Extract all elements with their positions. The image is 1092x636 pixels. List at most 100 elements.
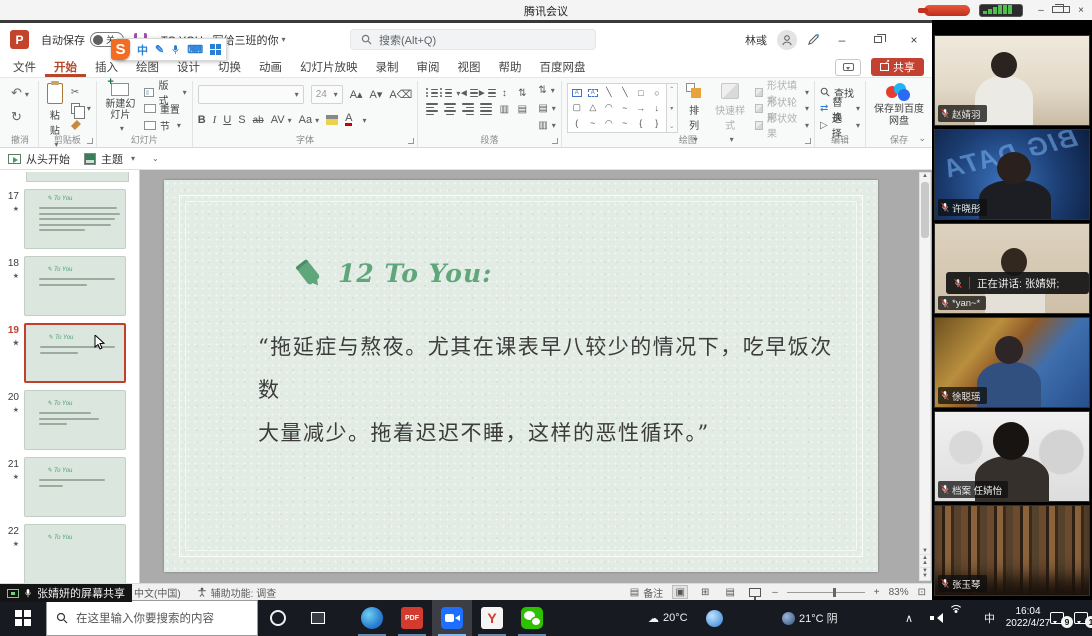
participant-tile[interactable]: *yan~* bbox=[934, 223, 1090, 314]
align-center-button[interactable] bbox=[444, 103, 456, 115]
share-button[interactable]: 共享 bbox=[871, 58, 924, 76]
show-hidden-icons-button[interactable]: ∧ bbox=[905, 612, 913, 625]
tab-baidu-netdisk[interactable]: 百度网盘 bbox=[531, 56, 595, 77]
participant-tile[interactable]: 张玉琴 bbox=[934, 505, 1090, 596]
participant-tile[interactable]: 赵婧羽 bbox=[934, 35, 1090, 126]
slide-sorter-view-button[interactable]: ⊞ bbox=[697, 585, 713, 599]
language-indicator[interactable]: 中文(中国) bbox=[134, 585, 181, 600]
next-slide-button[interactable]: ▼▼ bbox=[919, 567, 931, 580]
title-dropdown-caret[interactable]: ▾ bbox=[282, 35, 286, 44]
ppt-restore-button[interactable] bbox=[860, 23, 896, 56]
ime-mic-icon[interactable] bbox=[171, 44, 180, 56]
taskbar-clock[interactable]: 16:04 2022/4/27 bbox=[1000, 606, 1056, 630]
bold-button[interactable]: B bbox=[198, 114, 206, 126]
thumbnail-slide-20[interactable]: 20★ ✎To You bbox=[2, 390, 133, 450]
start-button[interactable] bbox=[0, 600, 46, 636]
line-spacing-button[interactable]: ↕ bbox=[502, 88, 507, 99]
select-button[interactable]: ▷选择▾ bbox=[820, 117, 860, 133]
tab-animations[interactable]: 动画 bbox=[250, 56, 291, 77]
thumbnail-canvas[interactable]: ✎To You bbox=[24, 457, 126, 517]
font-size-combobox[interactable]: 24▾ bbox=[311, 85, 343, 104]
zoom-level[interactable]: 83% bbox=[889, 587, 909, 598]
task-view-button[interactable] bbox=[298, 600, 338, 636]
ppt-close-button[interactable]: × bbox=[896, 23, 932, 56]
taskbar-tencent-meeting[interactable] bbox=[432, 600, 472, 636]
thumbnail-slide-18[interactable]: 18★ ✎To You bbox=[2, 256, 133, 316]
reading-view-button[interactable]: ▤ bbox=[722, 585, 738, 599]
participant-tile[interactable]: 徐聪瑶 bbox=[934, 317, 1090, 408]
taskbar-y-app[interactable]: Y bbox=[472, 600, 512, 636]
tab-help[interactable]: 帮助 bbox=[490, 56, 531, 77]
save-to-netdisk-button[interactable]: 保存到百度网盘 bbox=[871, 83, 927, 128]
zoom-slider[interactable] bbox=[787, 592, 865, 593]
meeting-close-button[interactable]: × bbox=[1072, 5, 1090, 16]
thumbnail-slide-19-selected[interactable]: 19★ ✎To You bbox=[2, 323, 133, 383]
numbering-button[interactable]: ▾ bbox=[440, 89, 460, 98]
slide-thumbnail-panel[interactable]: 17★ ✎To You 18★ ✎To You 19★ ✎To You bbox=[0, 170, 140, 583]
thumbnail-canvas[interactable]: ✎To You bbox=[24, 323, 126, 383]
taskbar-wechat[interactable] bbox=[512, 600, 552, 636]
thumbnail-canvas[interactable]: ✎To You bbox=[24, 390, 126, 450]
thumbnail-slide-16-partial[interactable] bbox=[26, 172, 129, 182]
thumbnail-slide-17[interactable]: 17★ ✎To You bbox=[2, 189, 133, 249]
highlight-color-button[interactable] bbox=[326, 115, 338, 125]
ime-indicator[interactable]: 中 bbox=[984, 610, 995, 626]
tab-file[interactable]: 文件 bbox=[4, 56, 45, 77]
avatar[interactable] bbox=[777, 30, 797, 50]
slide-title-block[interactable]: 12 To You: bbox=[296, 258, 492, 288]
participant-tile[interactable]: 档案 任婧怡 bbox=[934, 411, 1090, 502]
underline-button[interactable]: U bbox=[223, 114, 231, 126]
columns-button[interactable]: ▤ bbox=[518, 104, 527, 115]
character-spacing-button[interactable]: AV▾ bbox=[271, 114, 292, 126]
format-painter-button[interactable] bbox=[71, 117, 91, 133]
shape-gallery[interactable]: AA ╲╲ □○ ▢△ ◠~ →↓ (~ ◠~ {} bbox=[567, 83, 667, 133]
reset-button[interactable]: 重置 bbox=[144, 101, 187, 117]
bullets-button[interactable] bbox=[426, 89, 438, 98]
align-right-button[interactable] bbox=[462, 103, 474, 115]
zoom-slider-thumb[interactable] bbox=[833, 588, 836, 597]
grow-font-button[interactable]: A▴ bbox=[350, 88, 363, 101]
text-shadow-button[interactable]: S bbox=[238, 114, 245, 126]
distribute-button[interactable]: ▥ bbox=[500, 104, 509, 115]
fit-to-window-button[interactable]: ⊡ bbox=[918, 587, 926, 598]
tab-record[interactable]: 录制 bbox=[367, 56, 408, 77]
justify-button[interactable] bbox=[480, 103, 492, 115]
cortana-button[interactable] bbox=[258, 600, 298, 636]
tab-review[interactable]: 审阅 bbox=[408, 56, 449, 77]
screen-share-tooltip[interactable]: 张婧妍的屏幕共享 bbox=[0, 584, 132, 602]
canvas-scrollbar[interactable]: ▲ ▼ ▲▲ ▼▼ bbox=[919, 172, 931, 581]
clear-formatting-button[interactable]: A⌫ bbox=[389, 88, 412, 101]
slideshow-view-button[interactable] bbox=[747, 585, 763, 599]
zoom-in-button[interactable]: + bbox=[874, 587, 880, 598]
slide-body-text[interactable]: “拖延症与熬夜。尤其在课表早八较少的情况下，吃早饭次数 大量减少。拖着迟迟不睡，… bbox=[258, 326, 842, 455]
layout-button[interactable]: 版式▾ bbox=[144, 84, 187, 100]
ime-chinese-icon[interactable]: 中 bbox=[137, 42, 148, 58]
thumbnail-canvas[interactable]: ✎To You bbox=[24, 256, 126, 316]
zoom-out-button[interactable]: – bbox=[772, 587, 778, 598]
tab-slideshow[interactable]: 幻灯片放映 bbox=[291, 56, 367, 77]
taskbar-browser[interactable] bbox=[352, 600, 392, 636]
undo-button[interactable]: ↶▾ bbox=[11, 85, 29, 101]
align-text-button[interactable]: ▤▾ bbox=[538, 103, 555, 114]
cut-button[interactable]: ✂ bbox=[71, 84, 91, 100]
weather-widget-large[interactable]: 21°C 阴 bbox=[782, 610, 838, 626]
from-beginning-button[interactable]: 从头开始 bbox=[8, 151, 70, 167]
inking-pen-icon[interactable] bbox=[807, 33, 820, 46]
collapse-ribbon-button[interactable]: ⌄ bbox=[918, 133, 926, 144]
thumbnail-canvas[interactable]: ✎To You bbox=[24, 189, 126, 249]
shape-gallery-scroll[interactable]: ⌃▾⌄ bbox=[667, 83, 678, 133]
scrollbar-thumb[interactable] bbox=[921, 182, 929, 238]
smartart-button[interactable]: ▥▾ bbox=[538, 120, 555, 131]
copy-button[interactable]: ▾ bbox=[71, 101, 91, 117]
font-color-caret[interactable]: ▾ bbox=[362, 116, 366, 125]
comments-button[interactable] bbox=[835, 59, 861, 76]
font-color-button[interactable]: A bbox=[345, 114, 352, 126]
notification-button-2[interactable]: 1 bbox=[1074, 610, 1092, 626]
italic-button[interactable]: I bbox=[213, 114, 217, 126]
change-case-button[interactable]: Aa▾ bbox=[299, 114, 319, 126]
ime-keyboard-icon[interactable]: ⌨ bbox=[187, 43, 203, 56]
decrease-indent-button[interactable]: ◄ bbox=[459, 88, 478, 99]
sogou-logo-icon[interactable]: S bbox=[111, 39, 130, 60]
notes-toggle[interactable]: ▤备注 bbox=[630, 585, 663, 600]
ime-toolbox-icon[interactable] bbox=[210, 44, 221, 55]
